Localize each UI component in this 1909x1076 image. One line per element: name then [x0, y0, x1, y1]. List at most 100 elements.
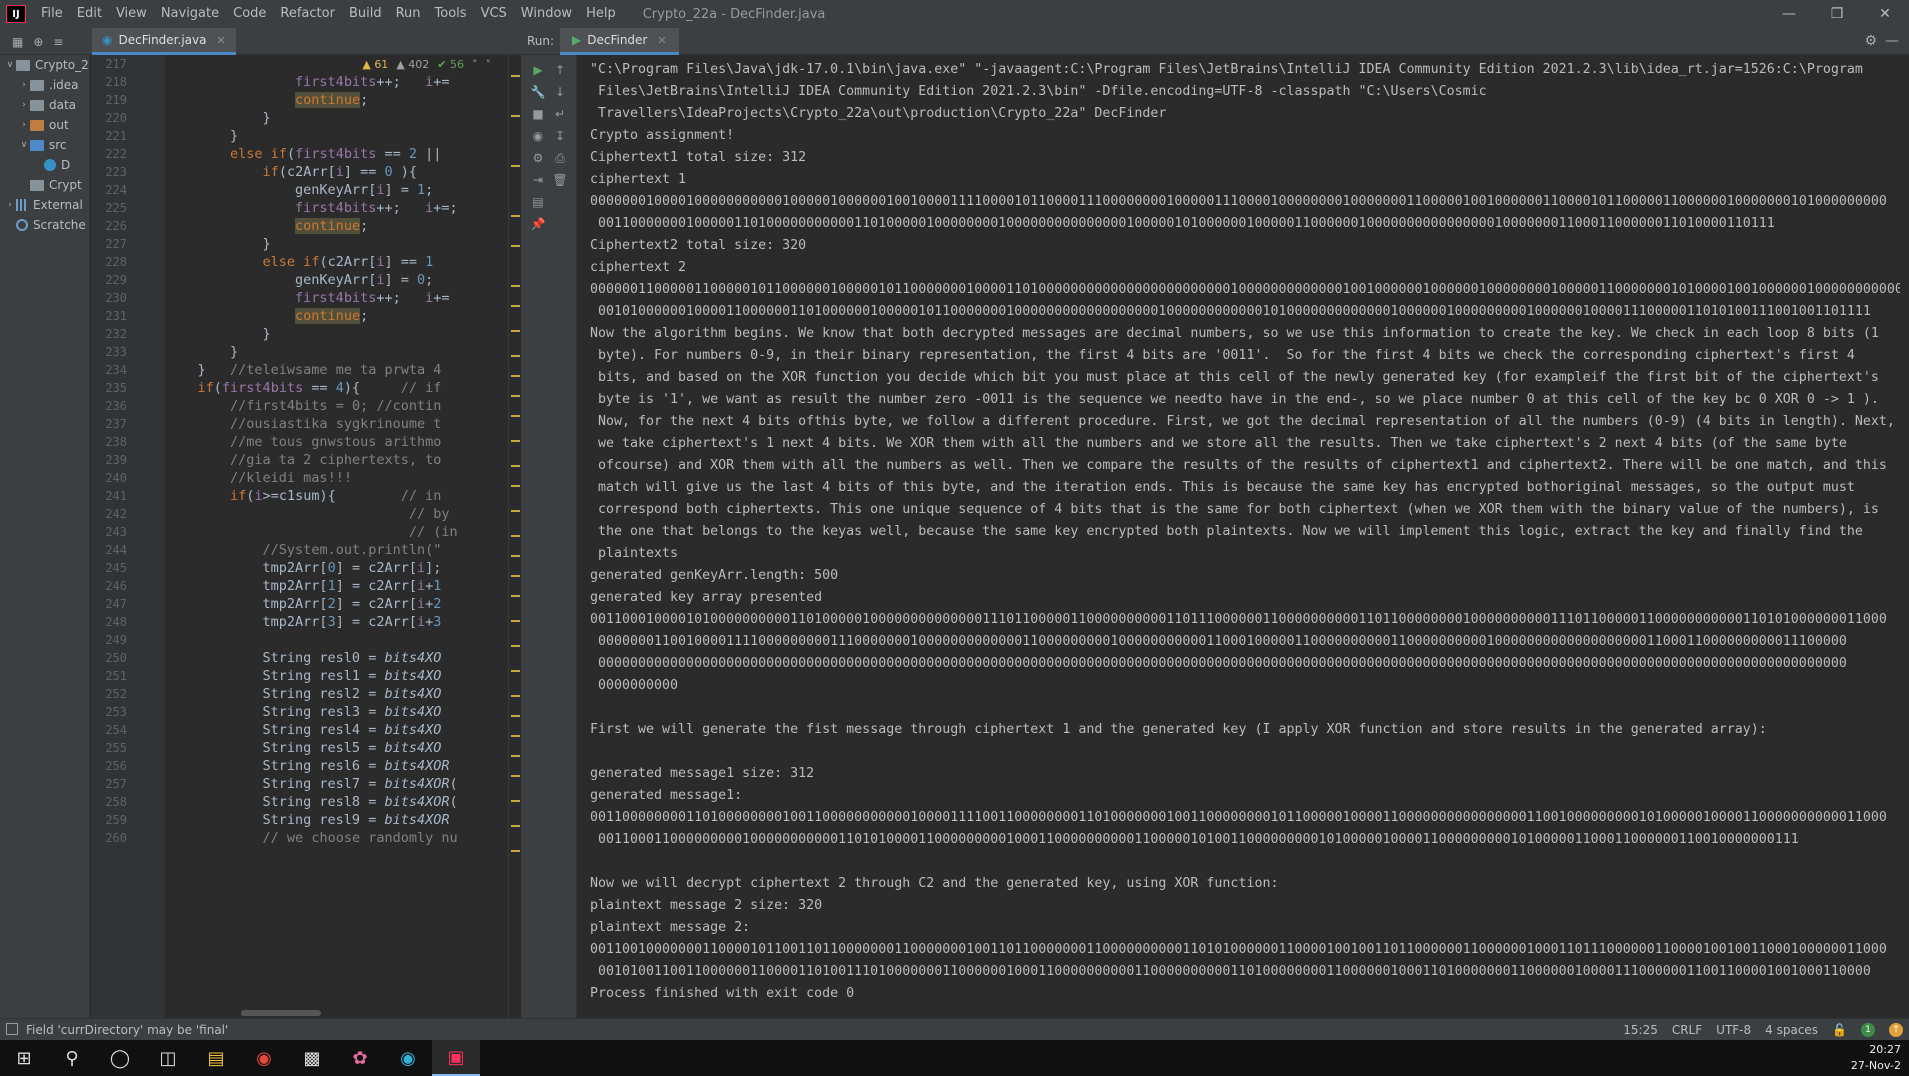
hide-panel-icon[interactable]: — — [1885, 28, 1899, 55]
line-number[interactable]: 233 — [91, 343, 127, 361]
warning-marker[interactable] — [511, 825, 520, 827]
line-number[interactable]: 247 — [91, 595, 127, 613]
warning-marker[interactable] — [511, 75, 520, 77]
layout-icon[interactable]: ▤ — [529, 193, 547, 211]
line-number[interactable]: 220 — [91, 109, 127, 127]
search-icon[interactable]: ⚲ — [48, 1040, 96, 1076]
minimize-icon[interactable]: — — [1765, 0, 1813, 28]
system-clock[interactable]: 20:27 27-Nov-2 — [1851, 1042, 1901, 1074]
warning-marker[interactable] — [511, 485, 520, 487]
scroll-to-end-icon[interactable]: ↧ — [551, 127, 569, 145]
restore-icon[interactable]: ❐ — [1813, 0, 1861, 28]
tool-window-toggle-icon[interactable] — [6, 1023, 18, 1035]
menu-file[interactable]: File — [34, 0, 70, 28]
warning-marker[interactable] — [511, 755, 520, 757]
event-log-badge[interactable]: 1 — [1861, 1023, 1875, 1037]
horizontal-scrollbar[interactable] — [241, 1010, 321, 1016]
line-number[interactable]: 225 — [91, 199, 127, 217]
line-number[interactable]: 236 — [91, 397, 127, 415]
warning-marker[interactable] — [511, 695, 520, 697]
chevron-up-icon[interactable]: ˄ — [472, 58, 478, 71]
chevron-down-icon[interactable]: ˅ — [486, 58, 492, 71]
indent-setting[interactable]: 4 spaces — [1765, 1023, 1818, 1037]
soft-wrap-icon[interactable]: ↵ — [551, 105, 569, 123]
locate-icon[interactable]: ⊕ — [33, 35, 43, 49]
tree-item[interactable]: › .idea — [0, 75, 89, 95]
intellij-taskbar-icon[interactable]: ▣ — [432, 1040, 480, 1076]
chevron-right-icon[interactable]: › — [4, 200, 16, 210]
tree-item[interactable]: › out — [0, 115, 89, 135]
settings-icon[interactable]: ⚙ — [529, 149, 547, 167]
line-number[interactable]: 260 — [91, 829, 127, 847]
trash-icon[interactable]: 🗑 — [551, 171, 569, 189]
wrench-icon[interactable]: 🔧 — [529, 83, 547, 101]
warning-marker[interactable] — [511, 245, 520, 247]
menu-window[interactable]: Window — [514, 0, 579, 28]
stop-icon[interactable]: ■ — [529, 105, 547, 123]
tree-item[interactable]: › External — [0, 195, 89, 215]
print-icon[interactable]: ⎙ — [551, 149, 569, 167]
line-number[interactable]: 257 — [91, 775, 127, 793]
line-number[interactable]: 222 — [91, 145, 127, 163]
warning-marker[interactable] — [511, 645, 520, 647]
line-number[interactable]: 255 — [91, 739, 127, 757]
chevron-down-icon[interactable]: ∨ — [4, 60, 16, 70]
line-number[interactable]: 242 — [91, 505, 127, 523]
line-number[interactable]: 252 — [91, 685, 127, 703]
line-number[interactable]: 228 — [91, 253, 127, 271]
notifications-icon[interactable]: ↑ — [1889, 1023, 1903, 1037]
tree-item[interactable]: ∨ src — [0, 135, 89, 155]
warning-marker[interactable] — [511, 715, 520, 717]
line-number[interactable]: 226 — [91, 217, 127, 235]
collapse-icon[interactable]: ≡ — [53, 35, 63, 49]
warning-marker[interactable] — [511, 775, 520, 777]
close-tab-icon[interactable]: ✕ — [216, 34, 225, 47]
line-number[interactable]: 235 — [91, 379, 127, 397]
menu-navigate[interactable]: Navigate — [154, 0, 226, 28]
exit-icon[interactable]: ⇥ — [529, 171, 547, 189]
snipping-tool-icon[interactable]: ✿ — [336, 1040, 384, 1076]
line-number[interactable]: 245 — [91, 559, 127, 577]
line-number[interactable]: 239 — [91, 451, 127, 469]
line-number[interactable]: 224 — [91, 181, 127, 199]
caret-position[interactable]: 15:25 — [1623, 1023, 1658, 1037]
tree-item[interactable]: Crypt — [0, 175, 89, 195]
warning-marker[interactable] — [511, 305, 520, 307]
line-number[interactable]: 227 — [91, 235, 127, 253]
warning-marker[interactable] — [511, 355, 520, 357]
camera-icon[interactable]: ◉ — [529, 127, 547, 145]
menu-run[interactable]: Run — [389, 0, 428, 28]
line-number[interactable]: 254 — [91, 721, 127, 739]
file-encoding[interactable]: UTF-8 — [1716, 1023, 1751, 1037]
line-number[interactable]: 246 — [91, 577, 127, 595]
chevron-down-icon[interactable]: ∨ — [18, 140, 30, 150]
gear-icon[interactable]: ⚙ — [1864, 28, 1877, 55]
close-run-tab-icon[interactable]: ✕ — [657, 34, 666, 47]
warning-marker[interactable] — [511, 165, 520, 167]
warning-marker[interactable] — [511, 330, 520, 332]
line-number[interactable]: 251 — [91, 667, 127, 685]
line-number[interactable]: 259 — [91, 811, 127, 829]
file-explorer-icon[interactable]: ▤ — [192, 1040, 240, 1076]
close-icon[interactable]: ✕ — [1861, 0, 1909, 28]
warning-marker[interactable] — [511, 555, 520, 557]
edge-icon[interactable]: ◉ — [384, 1040, 432, 1076]
warning-marker[interactable] — [511, 465, 520, 467]
line-number[interactable]: 253 — [91, 703, 127, 721]
line-number[interactable]: 250 — [91, 649, 127, 667]
warning-marker[interactable] — [511, 535, 520, 537]
windows-start-icon[interactable]: ⊞ — [0, 1040, 48, 1076]
rerun-icon[interactable]: ▶ — [529, 61, 547, 79]
line-number[interactable]: 244 — [91, 541, 127, 559]
warning-marker[interactable] — [511, 285, 520, 287]
cortana-icon[interactable]: ◯ — [96, 1040, 144, 1076]
warning-marker[interactable] — [511, 595, 520, 597]
warning-marker[interactable] — [511, 510, 520, 512]
warning-marker[interactable] — [511, 735, 520, 737]
line-number[interactable]: 243 — [91, 523, 127, 541]
menu-code[interactable]: Code — [226, 0, 273, 28]
menu-help[interactable]: Help — [579, 0, 623, 28]
tree-item[interactable]: D — [0, 155, 89, 175]
run-console[interactable]: "C:\Program Files\Java\jdk-17.0.1\bin\ja… — [578, 55, 1909, 1018]
line-number[interactable]: 256 — [91, 757, 127, 775]
